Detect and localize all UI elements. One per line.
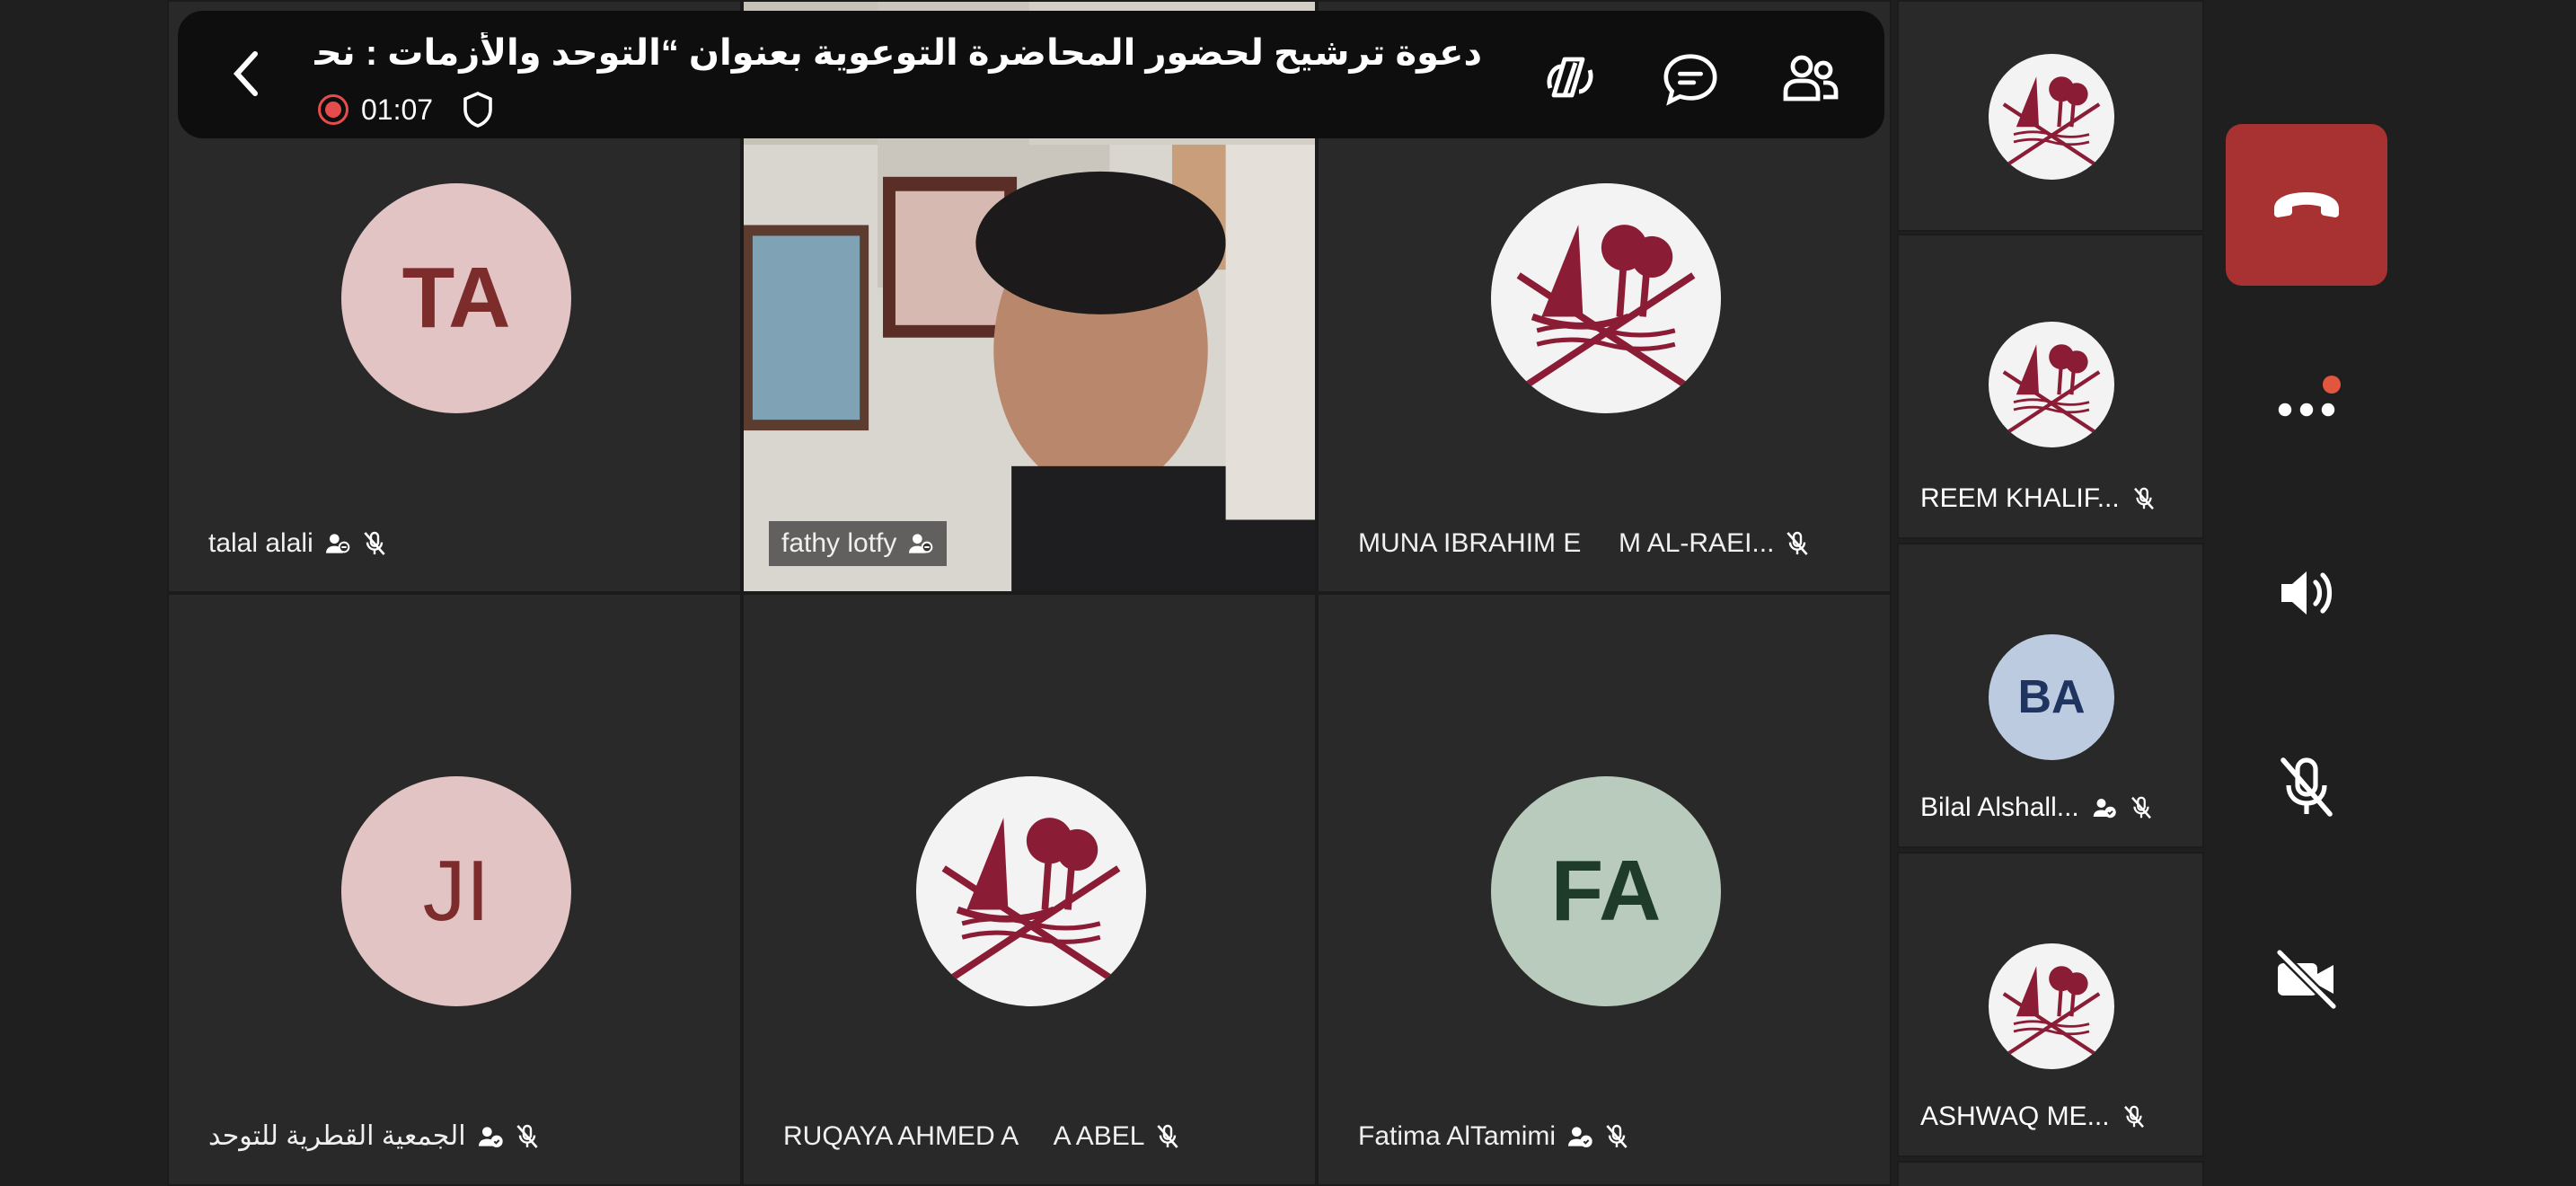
side-participant-tile-bilal[interactable]: BA Bilal Alshall... [1897,543,2204,848]
mic-off-icon [2280,757,2333,817]
side-participant-tile-reem[interactable]: REEM KHALIF... [1897,234,2204,539]
attendee-verified-icon [478,1126,503,1147]
participant-label: Fatima AlTamimi [1358,1121,1631,1152]
meeting-meta: 01:07 [318,90,496,129]
participant-label: Bilal Alshall... [1920,792,2155,823]
org-logo-avatar [1491,183,1721,413]
recording-timer: 01:07 [361,93,434,126]
mic-off-icon [2130,796,2151,819]
attendee-icon [909,534,933,553]
shield-icon [463,92,492,128]
attendee-verified-icon [1568,1127,1592,1147]
meeting-title: دعوة ترشيح لحضور المحاضرة التوعوية بعنوا… [314,33,1482,73]
speaker-icon [2281,571,2333,615]
avatar: JI [341,776,571,1006]
attendee-icon [325,534,350,553]
participant-tile-fatima[interactable]: FA Fatima AlTamimi [1317,593,1892,1186]
participant-label: fathy lotfy [769,521,948,566]
camera-toggle[interactable] [2226,898,2387,1060]
speaker-button[interactable] [2226,512,2387,674]
org-logo-avatar [916,776,1146,1006]
hang-up-icon [2274,192,2339,217]
org-logo-avatar [1989,54,2114,180]
camera-off-icon [2276,949,2337,1010]
mic-off-icon [2123,1105,2144,1128]
leave-call-button[interactable] [2226,124,2387,286]
participant-name: Bilal Alshall... [1920,792,2079,822]
copilot-icon [1547,57,1593,98]
participant-name: MUNA IBRAHIM E M AL-RAEI... [1358,528,1775,558]
participant-name: talal alali [208,528,313,558]
participant-name: RUQAYA AHMED A A ABEL [783,1121,1145,1151]
participants-button[interactable] [1778,47,1843,111]
chevron-left-icon [233,51,258,96]
more-options-button[interactable] [2226,316,2387,478]
side-participant-tile[interactable] [1897,0,2204,232]
back-button[interactable] [217,45,275,102]
participant-name: ASHWAQ ME... [1920,1102,2110,1131]
participant-label: الجمعية القطرية للتوحد [208,1120,542,1152]
recording-icon [318,94,348,125]
mic-off-icon [516,1124,538,1148]
chat-icon [1663,54,1717,106]
mic-off-icon [364,531,385,555]
qatar-autism-logo-icon [2002,344,2101,437]
participant-name: الجمعية القطرية للتوحد [208,1121,466,1151]
meeting-stage: TA talal alali fathy lotfy MUNA IBRAHIM … [0,0,2576,1186]
qatar-autism-logo-icon [1516,225,1696,394]
participant-label: RUQAYA AHMED A A ABEL [783,1121,1182,1152]
qatar-autism-logo-icon [941,818,1121,987]
org-logo-avatar [1989,943,2114,1069]
mic-off-icon [2133,487,2154,510]
side-participant-tile-partial[interactable] [1897,1161,2204,1186]
participant-tile-qatar-society[interactable]: JI الجمعية القطرية للتوحد [167,593,742,1186]
participant-label: REEM KHALIF... [1920,483,2157,514]
participant-label: ASHWAQ ME... [1920,1102,2148,1132]
side-participant-tile-ashwaq[interactable]: ASHWAQ ME... [1897,852,2204,1157]
mic-off-icon [1157,1124,1179,1148]
participant-label: talal alali [208,528,389,559]
participant-tile-ruqaya[interactable]: RUQAYA AHMED A A ABEL [742,593,1317,1186]
mic-off-icon [1786,531,1809,555]
copilot-button[interactable] [1538,47,1602,111]
meeting-header: دعوة ترشيح لحضور المحاضرة التوعوية بعنوا… [178,11,1884,138]
participant-name: Fatima AlTamimi [1358,1121,1557,1151]
attendee-verified-icon [2093,799,2116,819]
microphone-toggle[interactable] [2226,706,2387,868]
mic-off-icon [1606,1124,1628,1148]
qatar-autism-logo-icon [2002,966,2101,1058]
more-dots-icon [2278,376,2341,417]
participant-label: MUNA IBRAHIM E M AL-RAEI... [1358,528,1812,559]
avatar: BA [1989,634,2114,760]
people-icon [1783,55,1839,102]
participant-name: REEM KHALIF... [1920,483,2120,513]
qatar-autism-logo-icon [2002,76,2101,169]
avatar: TA [341,183,571,413]
avatar: FA [1491,776,1721,1006]
participant-name: fathy lotfy [781,528,897,558]
chat-button[interactable] [1658,47,1723,111]
org-logo-avatar [1989,322,2114,447]
